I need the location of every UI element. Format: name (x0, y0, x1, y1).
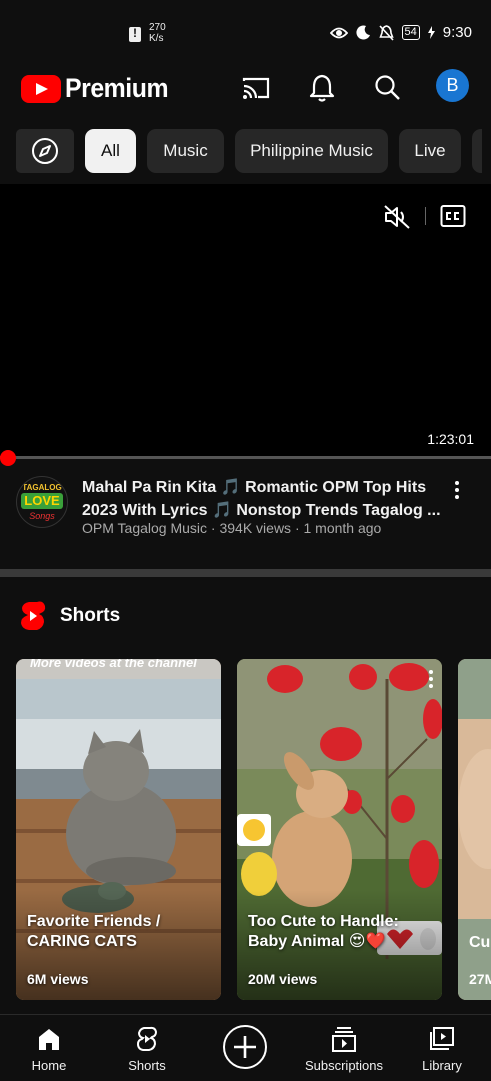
nav-create[interactable] (220, 1015, 270, 1081)
cast-icon[interactable] (240, 72, 272, 104)
nav-shorts-label: Shorts (128, 1058, 166, 1073)
nav-shorts[interactable]: Shorts (117, 1015, 177, 1081)
shorts-header: Shorts (20, 600, 120, 632)
short-more-icon[interactable] (428, 669, 434, 689)
nav-home-label: Home (31, 1058, 67, 1073)
eye-icon (329, 27, 348, 38)
chip-music[interactable]: Music (147, 129, 224, 173)
shorts-icon (136, 1026, 158, 1051)
youtube-play-icon (21, 74, 61, 103)
explore-chip[interactable] (16, 129, 74, 173)
nav-home[interactable]: Home (19, 1015, 79, 1081)
channel-avatar[interactable]: TAGALOG LOVE Songs (16, 476, 68, 528)
channel-logo-line-3: Songs (29, 511, 55, 521)
net-speed: 270 K/s (149, 22, 166, 44)
video-meta: OPM Tagalog Music · 394K views · 1 month… (82, 520, 382, 536)
nav-subscriptions[interactable]: Subscriptions (298, 1015, 390, 1081)
short-card[interactable]: Cu 27M (458, 659, 491, 1000)
nav-library-label: Library (422, 1058, 462, 1073)
data-alert-icon (129, 26, 141, 42)
net-speed-unit: K/s (149, 33, 164, 44)
bell-muted-icon (378, 24, 394, 41)
compass-icon (32, 138, 58, 164)
video-duration: 1:23:01 (427, 431, 474, 447)
bell-icon[interactable] (306, 72, 338, 104)
charging-icon (427, 26, 435, 39)
section-divider (0, 569, 491, 577)
short-overlay-text: More videos at the channel (30, 659, 197, 670)
shorts-section-title: Shorts (60, 605, 121, 626)
chip-live[interactable]: Live (399, 129, 461, 173)
short-views: 6M views (27, 971, 89, 987)
library-icon (430, 1027, 454, 1050)
subscriptions-icon (332, 1027, 356, 1052)
youtube-premium-logo[interactable]: Premium (21, 73, 177, 104)
filter-chips: All Music Philippine Music Live (16, 129, 482, 173)
account-avatar[interactable]: B (436, 69, 469, 102)
logo-text: Premium (65, 73, 169, 103)
nav-subscriptions-label: Subscriptions (304, 1058, 384, 1073)
clock: 9:30 (442, 24, 472, 41)
create-plus-icon (223, 1025, 267, 1069)
progress-track[interactable] (0, 456, 491, 459)
short-card[interactable]: Too Cute to Handle: Baby Animal 😍❤️ 20M … (237, 659, 442, 1000)
short-card[interactable]: More videos at the channel Favorite Frie… (16, 659, 221, 1000)
net-speed-value: 270 (149, 22, 166, 33)
nav-library[interactable]: Library (414, 1015, 470, 1081)
shorts-logo-icon (21, 601, 46, 630)
status-bar: 270 K/s 54 9:30 (0, 0, 491, 60)
bottom-navigation: Home Shorts Subscriptions Library (0, 1014, 491, 1081)
mute-icon[interactable] (383, 204, 411, 230)
channel-logo-line-1: TAGALOG (22, 483, 62, 492)
captions-icon[interactable] (440, 204, 466, 228)
controls-divider (425, 207, 426, 225)
chip-partial[interactable] (472, 129, 482, 173)
short-views: 27M (469, 971, 491, 987)
short-title: Cu (469, 934, 491, 951)
progress-scrubber[interactable] (0, 450, 16, 466)
home-icon (39, 1029, 59, 1050)
chip-philippine-music[interactable]: Philippine Music (235, 129, 388, 173)
more-vert-icon[interactable] (446, 479, 468, 501)
search-icon[interactable] (371, 72, 403, 104)
moon-icon (356, 25, 370, 40)
short-title: Too Cute to Handle: Baby Animal 😍❤️ (248, 913, 399, 950)
video-info[interactable]: TAGALOG LOVE Songs Mahal Pa Rin Kita 🎵 R… (0, 473, 491, 563)
chip-all[interactable]: All (85, 129, 136, 173)
video-player[interactable]: 1:23:01 (0, 184, 491, 459)
short-title: Favorite Friends / CARING CATS (27, 913, 161, 950)
top-app-bar: Premium (0, 64, 491, 112)
video-title[interactable]: Mahal Pa Rin Kita 🎵 Romantic OPM Top Hit… (82, 476, 442, 522)
short-views: 20M views (248, 971, 318, 987)
battery-indicator: 54 (401, 25, 420, 40)
status-icons: 54 9:30 (329, 24, 472, 41)
channel-logo-line-2: LOVE (21, 493, 63, 509)
